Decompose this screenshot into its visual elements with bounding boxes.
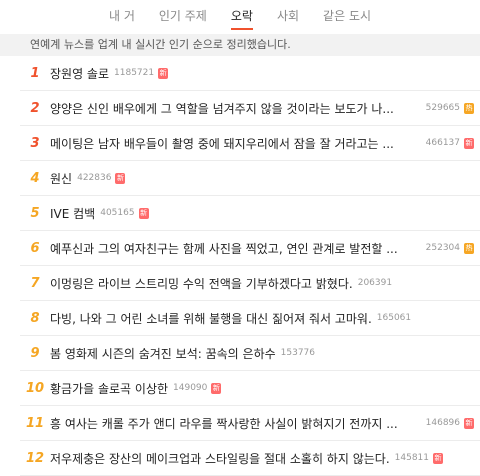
new-badge: 新 <box>115 172 126 184</box>
rank-number: 7 <box>30 275 40 291</box>
view-count: 1185721 <box>114 68 155 78</box>
item-title: 흥 여사는 캐롤 주가 앤디 라우를 짝사랑한 사실이 밝혀지기 전까지 ... <box>50 416 398 431</box>
list-item[interactable]: 9 봄 영화제 시즌의 숨겨진 보석: 꿈속의 은하수 153776 <box>20 336 480 371</box>
tab-local[interactable]: 같은 도시 <box>311 0 383 32</box>
item-title: 다빙, 나와 그 어린 소녀를 위해 불행을 대신 짊어져 줘서 고마워. <box>50 311 372 326</box>
list-item[interactable]: 7 이멍링은 라이브 스트리밍 수익 전액을 기부하겠다고 밝혔다. 20639… <box>20 266 480 301</box>
rank-number: 9 <box>30 345 40 361</box>
view-count: 153776 <box>280 348 316 358</box>
list-item[interactable]: 4 원신 422836 新 <box>20 161 480 196</box>
list-item[interactable]: 11 흥 여사는 캐롤 주가 앤디 라우를 짝사랑한 사실이 밝혀지기 전까지 … <box>20 406 480 441</box>
rank-number: 1 <box>30 65 40 81</box>
view-count: 145811 <box>394 453 429 463</box>
view-count: 165061 <box>376 313 412 323</box>
item-title: 양양은 신인 배우에게 그 역할을 넘겨주지 않을 것이라는 보도가 나... <box>50 101 394 116</box>
view-count: 529665 <box>425 103 460 113</box>
list-item[interactable]: 2 양양은 신인 배우에게 그 역할을 넘겨주지 않을 것이라는 보도가 나..… <box>20 91 480 126</box>
new-badge: 新 <box>211 382 222 394</box>
view-count: 149090 <box>173 383 208 393</box>
item-title: 장원영 솔로 <box>50 66 110 81</box>
new-badge: 新 <box>433 452 443 464</box>
new-badge: 新 <box>138 207 149 219</box>
tab-hot-topics[interactable]: 인기 주제 <box>147 0 219 32</box>
item-title: 저우제충은 장산의 메이크업과 스타일링을 절대 소홀히 하지 않는다. <box>50 451 390 466</box>
item-title: 이멍링은 라이브 스트리밍 수익 전액을 기부하겠다고 밝혔다. <box>50 276 353 291</box>
view-count: 405165 <box>100 208 135 218</box>
list-item[interactable]: 5 IVE 컴백 405165 新 <box>20 196 480 231</box>
category-tabs: 내 거 인기 주제 오락 사회 같은 도시 <box>0 0 480 32</box>
list-item[interactable]: 6 예푸신과 그의 여자친구는 함께 사진을 찍었고, 연인 관계로 발전할 .… <box>20 231 480 266</box>
item-title: 예푸신과 그의 여자친구는 함께 사진을 찍었고, 연인 관계로 발전할 ... <box>50 241 398 256</box>
hot-badge: 热 <box>464 242 474 254</box>
tab-entertainment[interactable]: 오락 <box>219 0 265 32</box>
rank-number: 12 <box>25 450 45 466</box>
list-item[interactable]: 12 저우제충은 장산의 메이크업과 스타일링을 절대 소홀히 하지 않는다. … <box>20 441 480 476</box>
item-title: 봄 영화제 시즌의 숨겨진 보석: 꿈속의 은하수 <box>50 346 276 361</box>
view-count: 146896 <box>425 418 460 428</box>
item-title: 황금가을 솔로곡 이상한 <box>50 381 169 396</box>
rank-number: 8 <box>30 310 40 326</box>
new-badge: 新 <box>158 67 169 79</box>
list-item[interactable]: 1 장원영 솔로 1185721 新 <box>20 56 480 91</box>
list-item[interactable]: 8 다빙, 나와 그 어린 소녀를 위해 불행을 대신 짊어져 줘서 고마워. … <box>20 301 480 336</box>
rank-number: 3 <box>30 135 40 151</box>
rank-number: 4 <box>30 170 40 186</box>
rank-number: 10 <box>25 380 45 396</box>
item-title: 메이팅은 남자 배우들이 촬영 중에 돼지우리에서 잠을 잘 거라고는 ... <box>50 136 394 151</box>
tab-mine[interactable]: 내 거 <box>97 0 147 32</box>
new-badge: 新 <box>464 137 474 149</box>
rank-number: 2 <box>30 100 40 116</box>
rank-number: 11 <box>25 415 45 431</box>
view-count: 206391 <box>357 278 393 288</box>
item-title: 원신 <box>50 171 73 186</box>
rank-number: 6 <box>30 240 40 256</box>
ranking-notice: 연예계 뉴스를 업계 내 실시간 인기 순으로 정리했습니다. <box>0 34 480 56</box>
ranking-list: 1 장원영 솔로 1185721 新 2 양양은 신인 배우에게 그 역할을 넘… <box>20 56 480 476</box>
item-title: IVE 컴백 <box>50 206 96 221</box>
list-item[interactable]: 10 황금가을 솔로곡 이상한 149090 新 <box>20 371 480 406</box>
view-count: 466137 <box>425 138 460 148</box>
rank-number: 5 <box>30 205 40 221</box>
tab-society[interactable]: 사회 <box>265 0 311 32</box>
hot-badge: 热 <box>464 102 474 114</box>
view-count: 252304 <box>425 243 460 253</box>
list-item[interactable]: 3 메이팅은 남자 배우들이 촬영 중에 돼지우리에서 잠을 잘 거라고는 ..… <box>20 126 480 161</box>
view-count: 422836 <box>77 173 112 183</box>
new-badge: 新 <box>464 417 474 429</box>
